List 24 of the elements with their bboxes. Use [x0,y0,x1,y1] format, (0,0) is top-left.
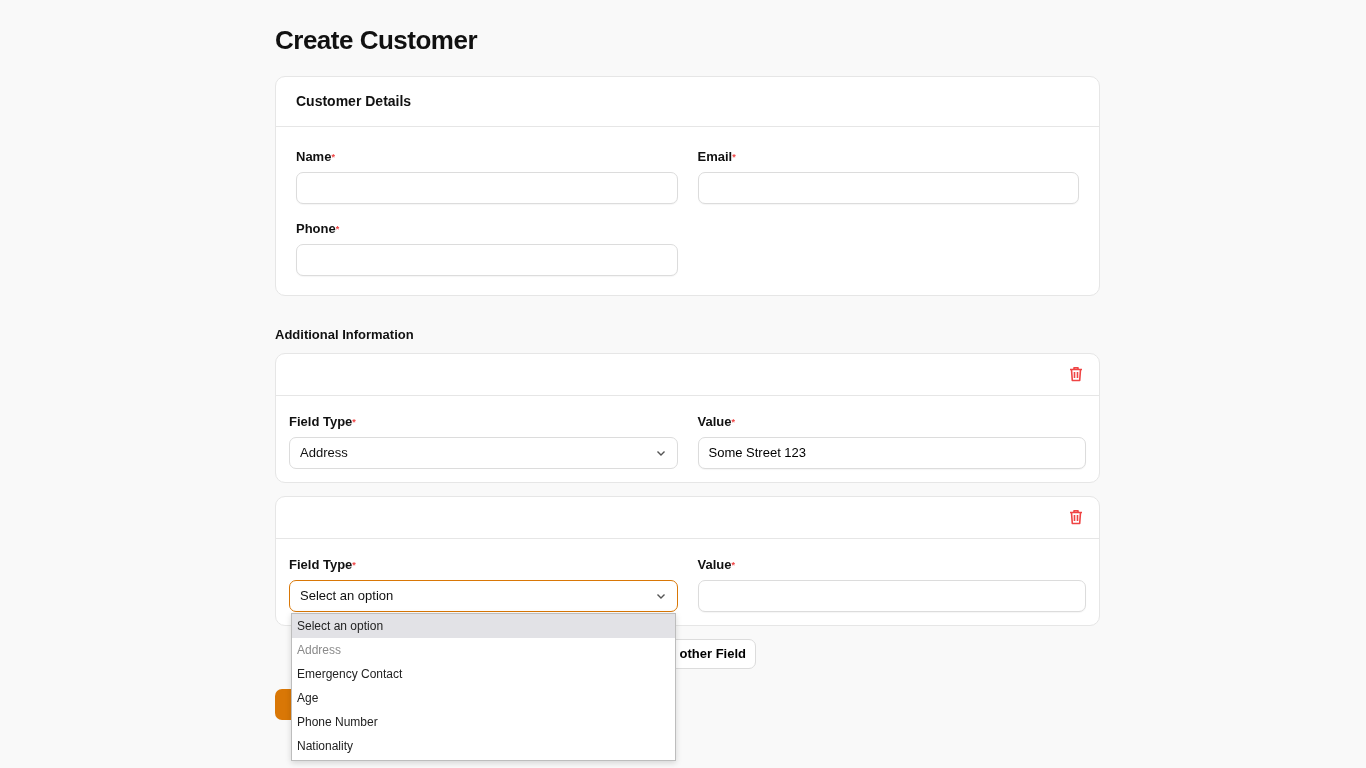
dropdown-option[interactable]: Emergency Contact [292,661,675,686]
select-field[interactable]: Address [289,436,678,469]
section-title: Additional Information [275,326,415,344]
dropdown-option[interactable]: Nationality [292,733,675,758]
text-input[interactable] [296,172,678,204]
field-label: Name* [296,149,335,165]
dropdown-option: Address [292,637,675,662]
page-title: Create Customer [275,24,479,57]
dropdown-option[interactable]: Age [292,685,675,710]
trash-icon[interactable] [1069,366,1083,382]
dropdown-option[interactable]: Phone Number [292,709,675,734]
field-label: Field Type* [289,413,356,430]
text-input[interactable] [296,244,678,276]
dropdown-option[interactable]: Select an option [292,613,675,638]
field-label: Field Type* [289,556,356,573]
text-input[interactable] [697,579,1086,612]
field-label: Value* [697,413,735,430]
text-input[interactable]: Some Street 123 [697,436,1086,469]
text-input[interactable] [697,172,1079,204]
field-label: Email* [697,149,736,165]
trash-icon[interactable] [1069,509,1083,525]
card-title: Customer Details [276,77,1099,127]
field-label: Value* [697,556,735,573]
field-label: Phone* [296,221,340,237]
